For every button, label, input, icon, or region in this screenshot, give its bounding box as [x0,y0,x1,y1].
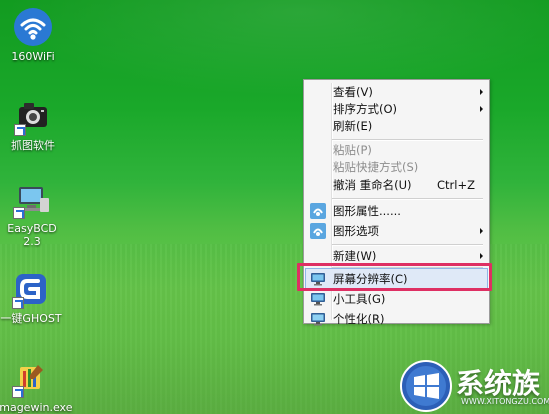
desktop-icon-label: Imagewin.exe [0,401,73,414]
menu-item-personalize[interactable]: 个性化(R) [306,309,487,329]
desktop-icon-screenshot-tool[interactable]: 抓图软件 [0,95,68,152]
gadgets-icon [309,290,327,308]
personalize-icon [309,310,327,328]
graphics-properties-icon [309,202,327,220]
menu-item-undo-rename[interactable]: 撤消 重命名(U) Ctrl+Z [306,175,487,195]
desktop-icon-label: 抓图软件 [11,139,55,152]
shortcut-arrow-icon [12,386,24,398]
menu-item-graphics-options[interactable]: 图形选项 [306,221,487,241]
submenu-arrow-icon [480,253,483,259]
menu-item-label: 粘贴快捷方式(S) [333,160,419,174]
menu-item-label: 个性化(R) [333,312,385,326]
watermark-brand: 系统族 [456,367,541,400]
windows-logo-icon [400,360,452,412]
desktop-icon-easybcd[interactable]: EasyBCD 2.3 [0,178,67,248]
menu-item-shortcut: Ctrl+Z [437,178,475,192]
paint-tools-icon [10,357,52,399]
menu-item-refresh[interactable]: 刷新(E) [306,116,487,136]
wifi-icon [12,6,54,48]
camera-icon [12,95,54,137]
desktop-icon-label: 一键GHOST [0,312,62,325]
graphics-options-icon [309,222,327,240]
submenu-arrow-icon [480,89,483,95]
watermark-url: WWW.XITONGZU.COM [461,397,549,406]
desktop-icon-imagewin[interactable]: Imagewin.exe [0,357,73,414]
menu-item-graphics-properties[interactable]: 图形属性...... [306,201,487,221]
desktop-icon-onekey-ghost[interactable]: 一键GHOST [0,268,66,325]
desktop[interactable]: 160WiFi 抓图软件 EasyBCD 2.3 一键GHOST Imagewi… [0,0,549,414]
desktop-icon-160wifi[interactable]: 160WiFi [0,6,68,63]
menu-item-gadgets[interactable]: 小工具(G) [306,289,487,309]
computer-icon [11,178,53,220]
menu-item-label: 图形属性...... [333,204,401,218]
menu-item-label: 图形选项 [333,224,379,238]
submenu-arrow-icon [480,106,483,112]
submenu-arrow-icon [480,228,483,234]
watermark: 系统族 WWW.XITONGZU.COM [400,359,549,414]
desktop-icon-label: EasyBCD 2.3 [7,222,57,248]
shortcut-arrow-icon [13,207,25,219]
shortcut-arrow-icon [14,124,26,136]
menu-item-label: 撤消 重命名(U) [333,178,412,192]
shortcut-arrow-icon [12,297,24,309]
desktop-icon-label: 160WiFi [11,50,55,63]
highlight-box [297,263,492,291]
menu-item-label: 小工具(G) [333,292,386,306]
menu-item-paste-shortcut: 粘贴快捷方式(S) [306,157,487,177]
ghost-icon [10,268,52,310]
menu-item-label: 刷新(E) [333,119,373,133]
menu-separator [332,198,483,200]
